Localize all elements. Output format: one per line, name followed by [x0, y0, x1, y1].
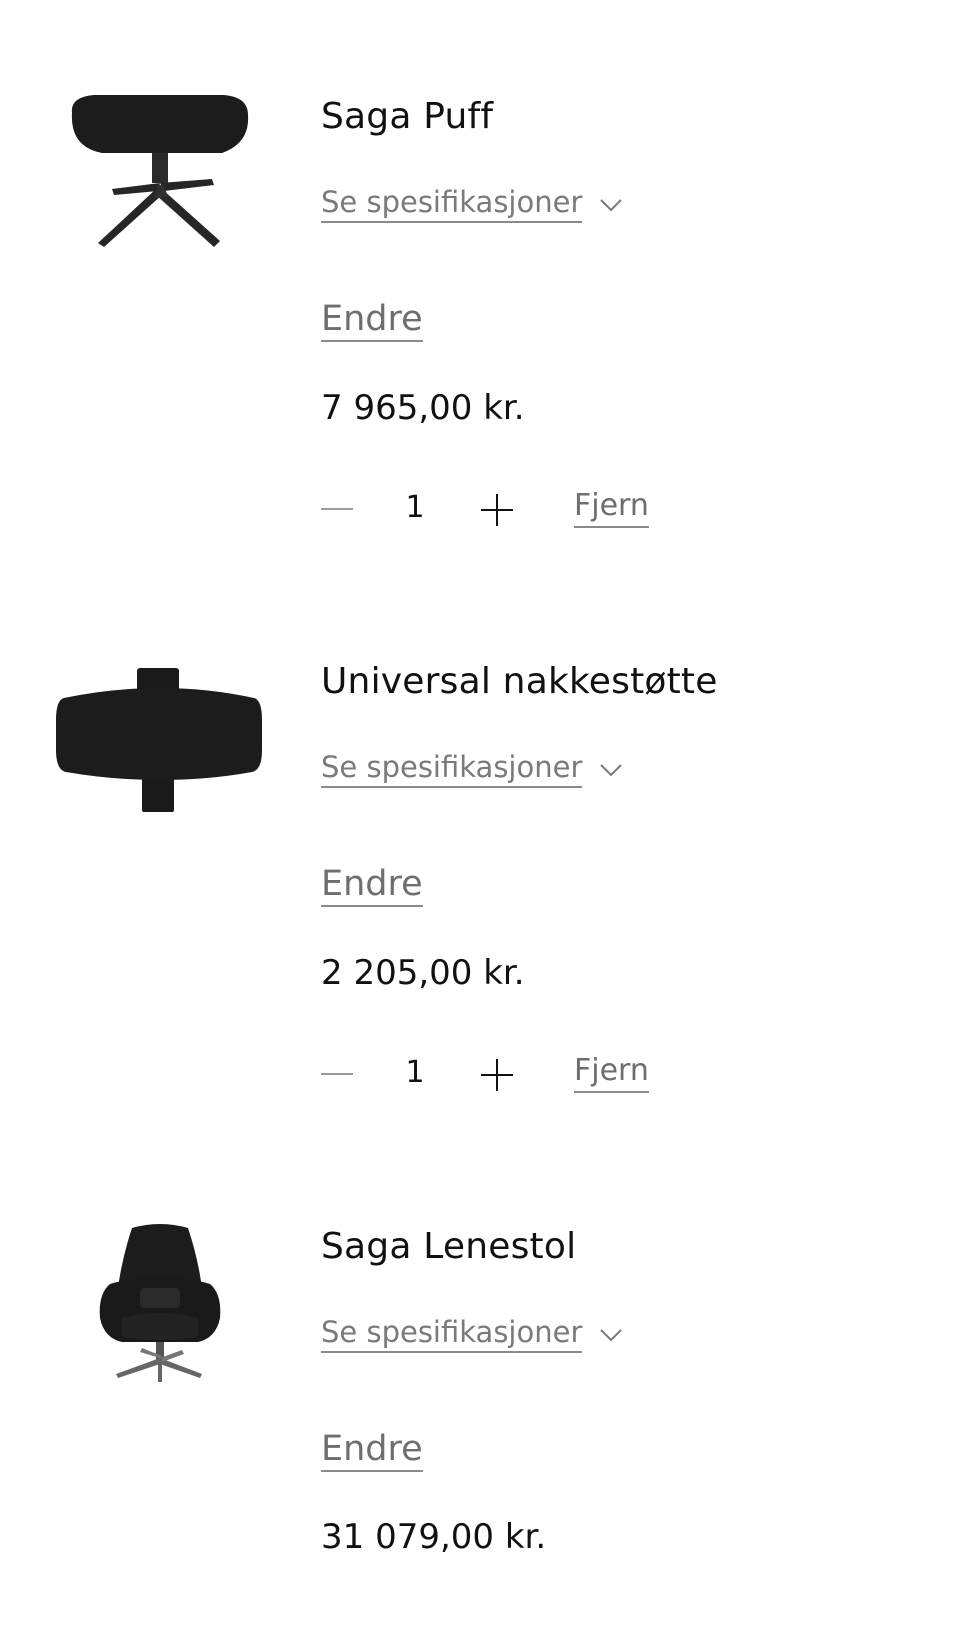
- edit-link[interactable]: Endre: [321, 863, 423, 907]
- chevron-down-icon: [600, 1329, 623, 1342]
- headrest-icon[interactable]: [52, 658, 268, 828]
- ottoman-icon[interactable]: [52, 85, 268, 255]
- decrease-quantity-button[interactable]: [321, 496, 353, 522]
- quantity-stepper: 1 Fjern: [321, 484, 721, 534]
- increase-quantity-button[interactable]: [481, 1059, 513, 1091]
- remove-link[interactable]: Fjern: [574, 1051, 649, 1093]
- chevron-down-icon: [600, 199, 623, 212]
- decrease-quantity-button[interactable]: [321, 1061, 353, 1087]
- quantity-value: 1: [405, 1055, 425, 1090]
- specifications-toggle[interactable]: Se spesifikasjoner: [321, 183, 623, 223]
- specifications-label: Se spesifikasjoner: [321, 183, 583, 223]
- quantity-stepper: 1 Fjern: [321, 1049, 721, 1099]
- specifications-label: Se spesifikasjoner: [321, 1313, 583, 1353]
- product-name: Saga Puff: [321, 96, 494, 137]
- product-name: Universal nakkestøtte: [321, 661, 718, 702]
- specifications-toggle[interactable]: Se spesifikasjoner: [321, 748, 623, 788]
- edit-link[interactable]: Endre: [321, 1428, 423, 1472]
- quantity-value: 1: [405, 490, 425, 525]
- remove-link[interactable]: Fjern: [574, 486, 649, 528]
- price: 7 965,00 kr.: [321, 388, 525, 428]
- price: 2 205,00 kr.: [321, 953, 525, 993]
- edit-link[interactable]: Endre: [321, 298, 423, 342]
- increase-quantity-button[interactable]: [481, 494, 513, 526]
- chevron-down-icon: [600, 764, 623, 777]
- price: 31 079,00 kr.: [321, 1517, 547, 1557]
- specifications-label: Se spesifikasjoner: [321, 748, 583, 788]
- product-name: Saga Lenestol: [321, 1226, 577, 1267]
- specifications-toggle[interactable]: Se spesifikasjoner: [321, 1313, 623, 1353]
- armchair-icon[interactable]: [52, 1218, 268, 1388]
